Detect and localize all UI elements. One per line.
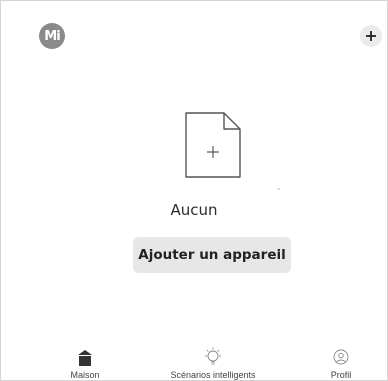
lightbulb-icon: [205, 347, 221, 365]
add-device-button[interactable]: Ajouter un appareil: [133, 237, 291, 273]
nav-label-smart-scenes: Scénarios intelligents: [170, 370, 256, 380]
nav-item-profile[interactable]: Profil: [321, 347, 361, 380]
nav-label-home: Maison: [70, 370, 100, 380]
nav-item-smart-scenes[interactable]: Scénarios intelligents: [155, 347, 271, 380]
user-avatar[interactable]: Mi: [39, 23, 65, 49]
profile-icon: [333, 349, 349, 365]
decorative-speck: [277, 188, 280, 190]
add-button[interactable]: [360, 25, 382, 47]
empty-state-title: Aucun: [170, 201, 218, 219]
nav-item-home[interactable]: Maison: [63, 347, 107, 380]
nav-label-profile: Profil: [330, 370, 352, 380]
app-screen: Mi Aucun Ajouter un appareil Maison Scén…: [0, 0, 388, 381]
home-icon: [78, 350, 92, 366]
new-file-icon: [185, 112, 241, 178]
avatar-initials: Mi: [44, 28, 60, 44]
plus-icon: [366, 31, 376, 41]
